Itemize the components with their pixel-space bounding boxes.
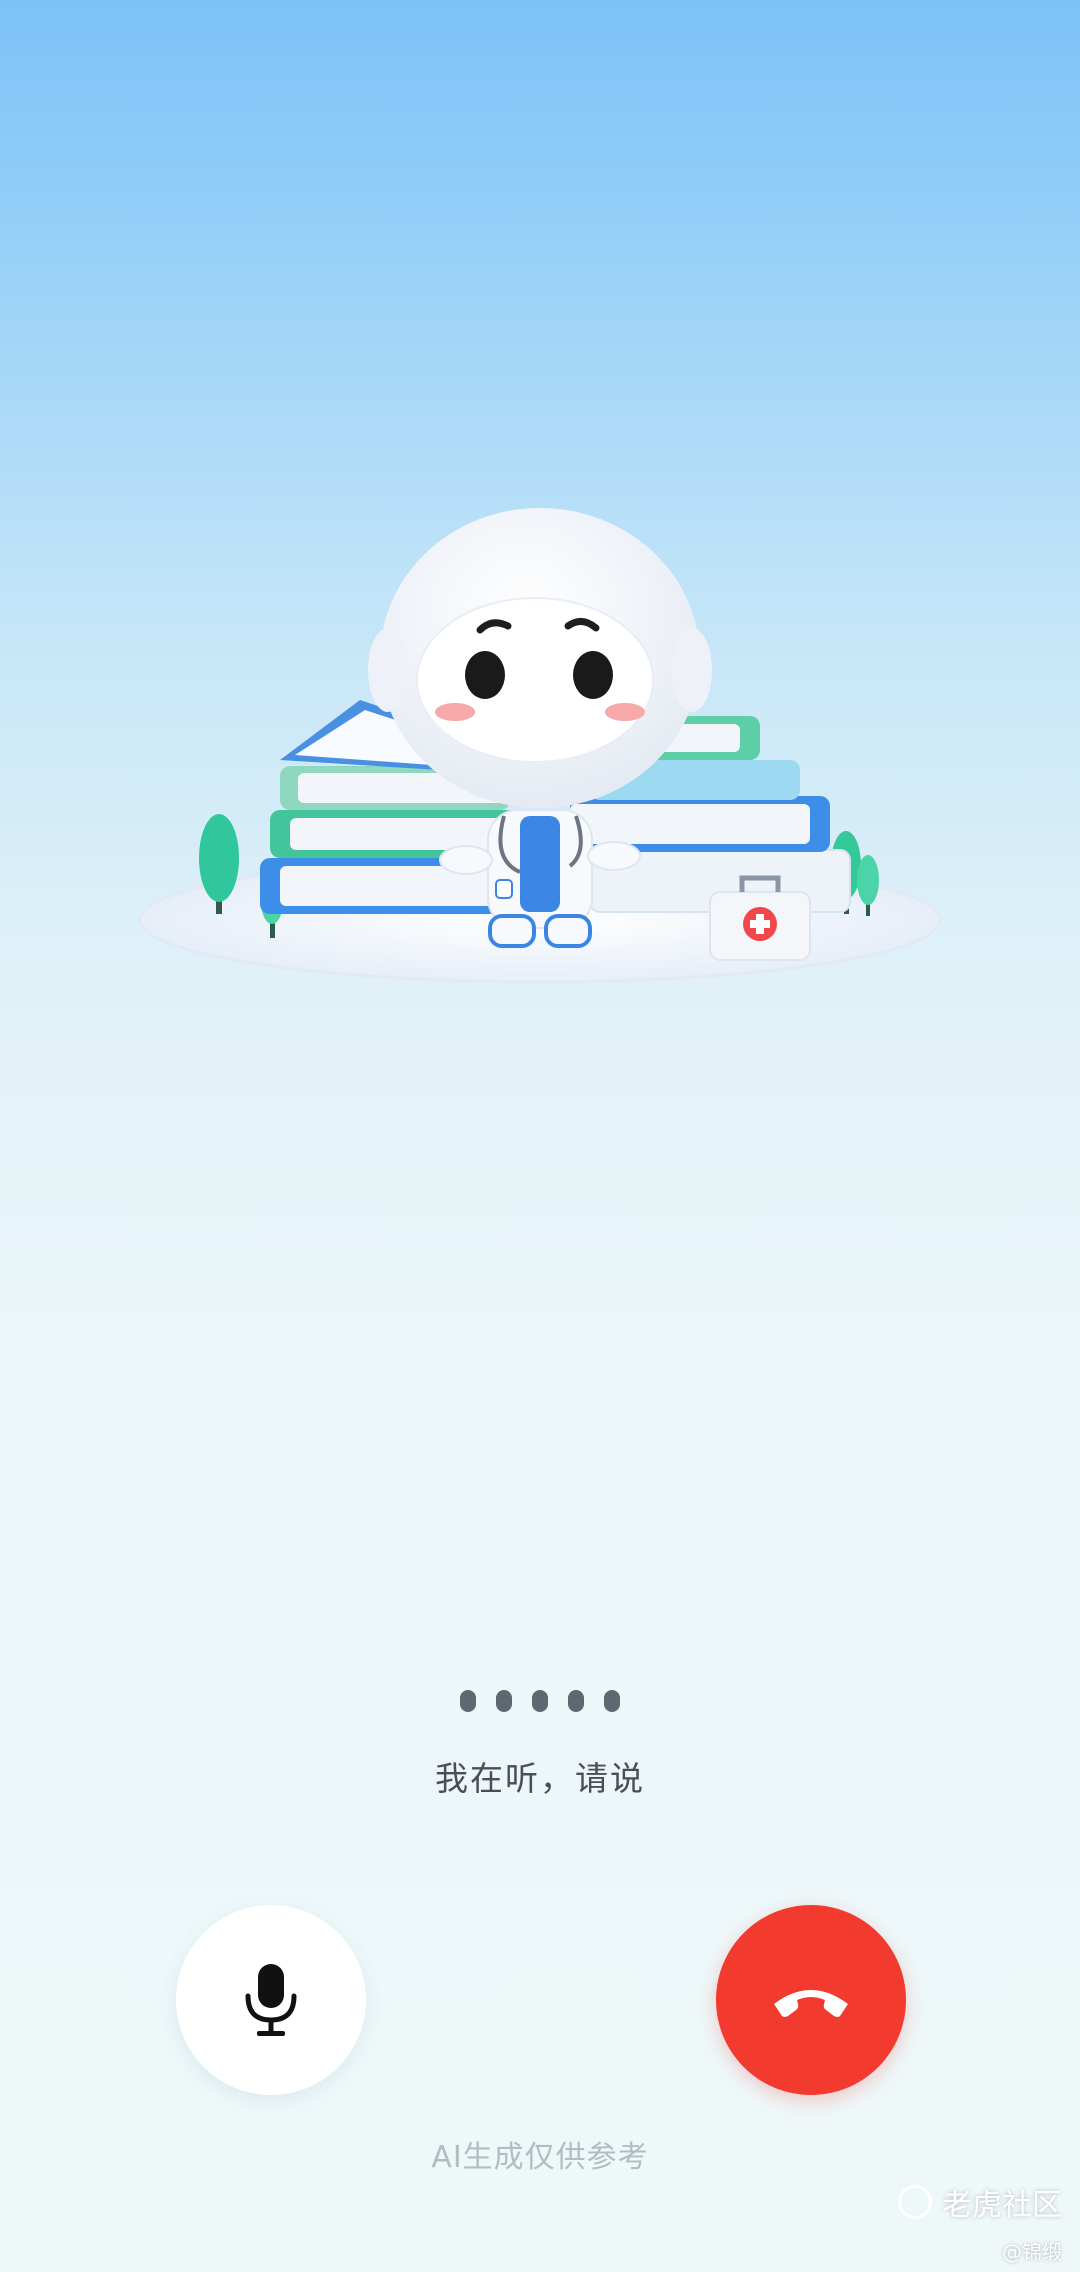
indicator-dot [604,1690,620,1712]
ai-disclaimer: AI生成仅供参考 [431,2140,649,2175]
indicator-dot [496,1690,512,1712]
hangup-button[interactable] [716,1905,906,2095]
indicator-dot [532,1690,548,1712]
indicator-dot [460,1690,476,1712]
watermark-handle: @锦缎 [1002,2240,1062,2264]
microphone-icon [245,1964,297,2036]
microphone-button[interactable] [176,1905,366,2095]
indicator-dot [568,1690,584,1712]
mascot-illustration [120,480,960,1040]
listening-text: 我在听，请说 [435,1759,645,1798]
watermark-brand: 老虎社区 [942,2188,1062,2223]
watermark: 老虎社区 [898,2180,1062,2224]
listening-status: 我在听，请说 [0,1690,1080,1800]
phone-hangup-icon [774,1990,848,2017]
listening-indicator [0,1690,1080,1712]
tiger-logo-icon [898,2185,932,2219]
